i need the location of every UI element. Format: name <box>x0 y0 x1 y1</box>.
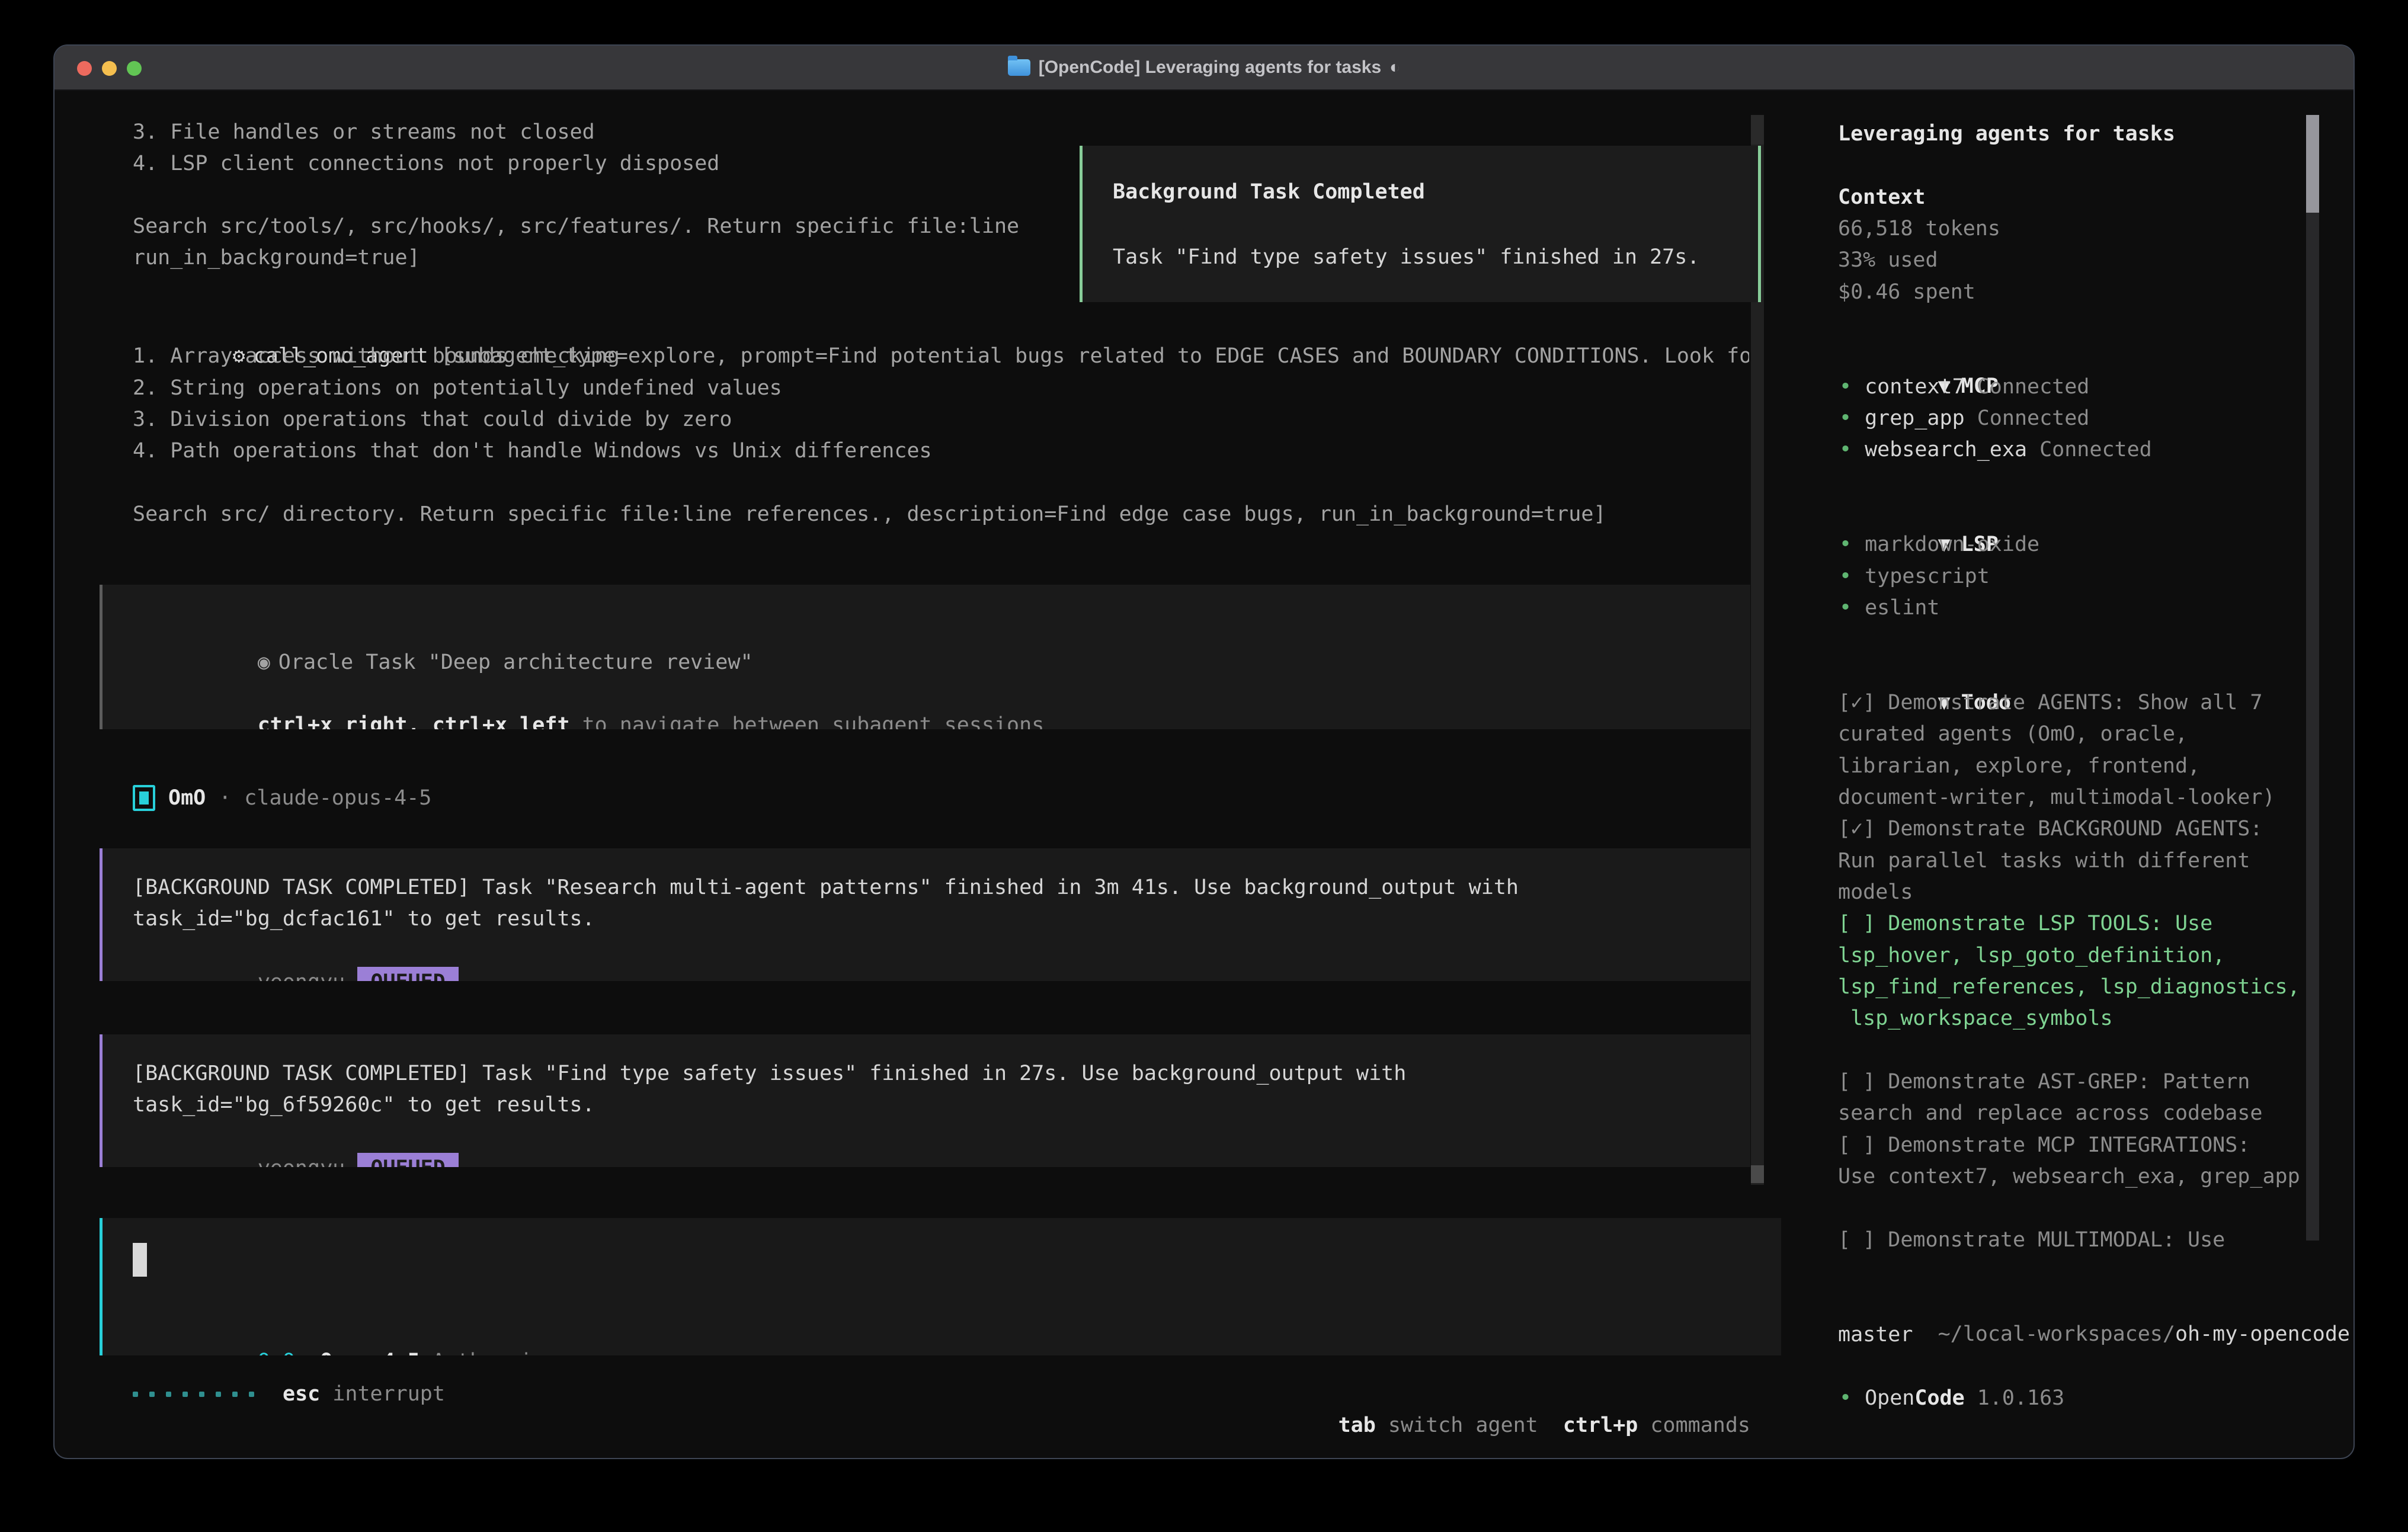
lsp-item: •typescript <box>1839 561 1990 592</box>
workspace-path: ~/local-workspaces/oh-my-opencode: <box>1838 1287 2355 1382</box>
toast-title: Background Task Completed <box>1113 177 1425 208</box>
todo-line: models <box>1838 877 1913 908</box>
folder-icon <box>1008 59 1030 76</box>
mcp-item: •websearch_exa Connected <box>1839 434 2152 466</box>
window-title: [OpenCode] Leveraging agents for tasks <box>1039 57 1381 78</box>
todo-line-active: lsp_find_references, lsp_diagnostics, <box>1838 972 2300 1003</box>
status-dot-icon: • <box>1839 434 1852 466</box>
version-row: •OpenCode 1.0.163 <box>1839 1383 2064 1414</box>
todo-line: Use context7, websearch_exa, grep_app <box>1838 1161 2300 1193</box>
context-header: Context <box>1838 182 1926 213</box>
status-dot-icon: • <box>1839 529 1852 560</box>
mcp-status: Connected <box>2039 434 2152 466</box>
context-tokens: 66,518 tokens <box>1838 213 2000 245</box>
mcp-item: •context7 Connected <box>1839 371 2089 403</box>
opencode-window: [OpenCode] Leveraging agents for tasks ◐… <box>53 44 2355 1459</box>
sidebar-scrollbar-thumb[interactable] <box>2306 115 2319 213</box>
todo-line: [ ] Demonstrate AST-GREP: Pattern <box>1838 1066 2250 1098</box>
session-title: Leveraging agents for tasks <box>1838 118 2175 150</box>
workspace-branch: master <box>1838 1319 1913 1351</box>
todo-line: Run parallel tasks with different <box>1838 845 2250 877</box>
half-moon-icon: ◐ <box>1389 57 1400 78</box>
todo-line: [ ] Demonstrate MULTIMODAL: Use <box>1838 1225 2225 1256</box>
toast-body: Task "Find type safety issues" finished … <box>1113 242 1699 273</box>
mcp-item: •grep_app Connected <box>1839 403 2089 434</box>
lsp-item: •eslint <box>1839 592 1940 624</box>
status-dot-icon: • <box>1839 371 1852 403</box>
background-task-toast[interactable]: Background Task Completed Task "Find typ… <box>1080 146 1761 302</box>
todo-line: [✓] Demonstrate AGENTS: Show all 7 <box>1838 687 2262 719</box>
todo-line: [ ] Demonstrate MCP INTEGRATIONS: <box>1838 1130 2250 1161</box>
status-dot-icon: • <box>1839 561 1852 592</box>
traffic-lights <box>77 46 142 91</box>
sidebar-scrollbar-track[interactable] <box>2306 115 2319 1241</box>
status-dot-icon: • <box>1839 592 1852 624</box>
version-number: 1.0.163 <box>1977 1383 2065 1414</box>
minimize-button[interactable] <box>102 61 117 76</box>
todo-line: curated agents (OmO, oracle, <box>1838 719 2188 750</box>
todo-line-active: lsp_hover, lsp_goto_definition, <box>1838 940 2225 972</box>
todo-line-active: [ ] Demonstrate LSP TOOLS: Use <box>1838 908 2212 940</box>
todo-line: [✓] Demonstrate BACKGROUND AGENTS: <box>1838 813 2262 845</box>
todo-line: librarian, explore, frontend, <box>1838 751 2200 782</box>
todo-line: search and replace across codebase <box>1838 1098 2262 1129</box>
todo-line: document-writer, multimodal-looker) <box>1838 782 2275 813</box>
mcp-status: Connected <box>1977 371 2090 403</box>
status-dot-icon: • <box>1839 1383 1852 1414</box>
lsp-item: •markdown-oxide <box>1839 529 2039 560</box>
main-scrollbar-thumb[interactable] <box>1751 1165 1764 1183</box>
maximize-button[interactable] <box>127 61 142 76</box>
context-used: 33% used <box>1838 245 1938 276</box>
context-spent: $0.46 spent <box>1838 277 1975 308</box>
todo-line-active: lsp_workspace_symbols <box>1838 1003 2113 1034</box>
close-button[interactable] <box>77 61 92 76</box>
mcp-status: Connected <box>1977 403 2090 434</box>
status-dot-icon: • <box>1839 403 1852 434</box>
window-titlebar: [OpenCode] Leveraging agents for tasks ◐ <box>55 46 2353 91</box>
